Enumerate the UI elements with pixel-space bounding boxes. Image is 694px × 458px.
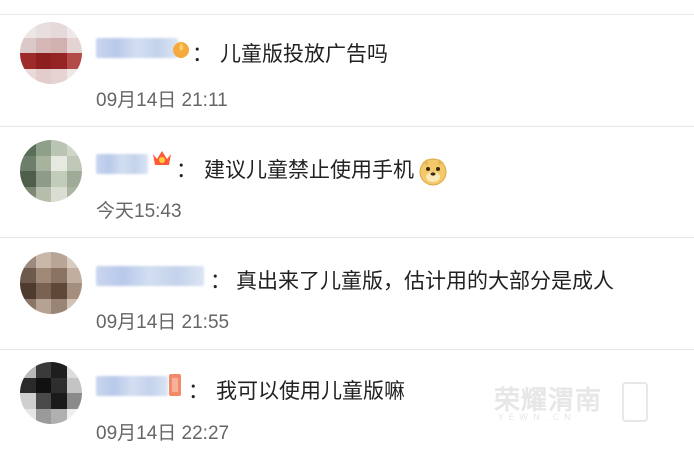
username-blurred[interactable] (96, 154, 148, 174)
orange-tag-icon (169, 374, 181, 396)
avatar[interactable] (20, 362, 82, 424)
divider (0, 237, 694, 238)
comment-time: 今天15:43 (96, 201, 182, 222)
phone-watermark-icon (622, 382, 648, 422)
username-blurred[interactable] (96, 38, 178, 58)
top-divider (0, 14, 694, 15)
separator: ： (176, 158, 197, 182)
watermark-subtext: YEWN.CN (498, 413, 576, 423)
comment-time: 09月14日 22:27 (96, 423, 230, 444)
separator: ： (192, 42, 213, 66)
flame-badge-icon (173, 42, 189, 58)
avatar[interactable] (20, 22, 82, 84)
username-blurred[interactable] (96, 376, 168, 396)
comment-text: 儿童版投放广告吗 (220, 42, 388, 66)
username-blurred[interactable] (96, 266, 204, 286)
avatar[interactable] (20, 252, 82, 314)
comment-text-content: 建议儿童禁止使用手机 (204, 158, 414, 182)
doge-emoji-icon (419, 158, 447, 186)
site-watermark: 荣耀渭南 YEWN.CN (494, 380, 672, 428)
avatar-mosaic (20, 22, 82, 84)
avatar-mosaic (20, 362, 82, 424)
separator: ： (188, 379, 209, 403)
avatar-mosaic (20, 252, 82, 314)
avatar[interactable] (20, 140, 82, 202)
comment-time: 09月14日 21:55 (96, 312, 230, 333)
divider (0, 126, 694, 127)
watermark-text: 荣耀渭南 (494, 386, 603, 416)
comment-time: 09月14日 21:11 (96, 90, 228, 111)
comment-text: 建议儿童禁止使用手机 (204, 154, 448, 186)
comment-text: 我可以使用儿童版嘛 (216, 379, 405, 403)
crown-badge-icon (153, 151, 171, 165)
divider (0, 349, 694, 350)
separator: ： (210, 269, 231, 293)
avatar-mosaic (20, 140, 82, 202)
comment-text: 真出来了儿童版，估计用的大部分是成人 (236, 269, 614, 293)
